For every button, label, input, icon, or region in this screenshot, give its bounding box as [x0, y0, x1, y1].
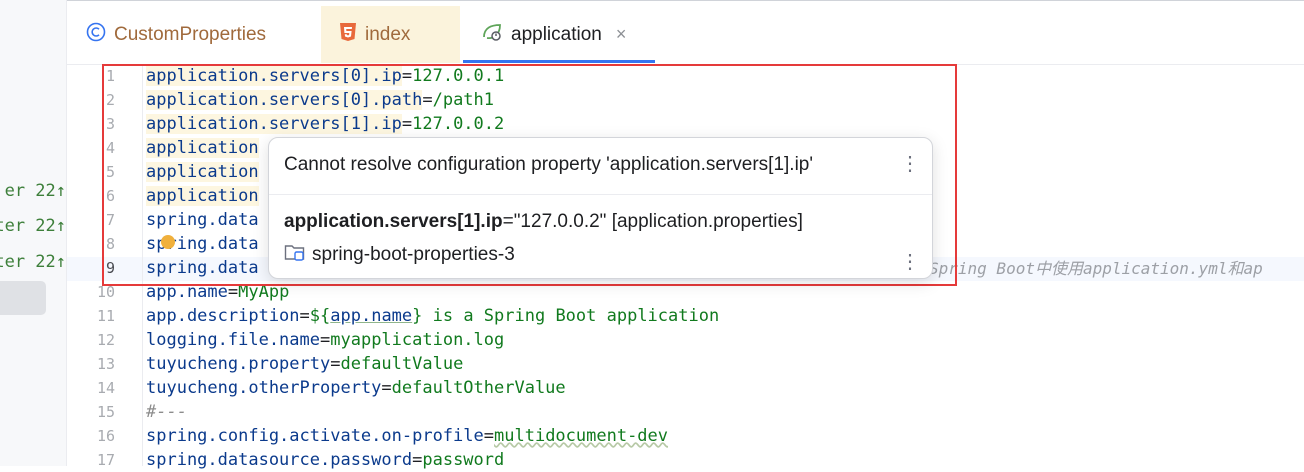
code-line[interactable]: logging.file.name=myapplication.log [146, 328, 504, 352]
code-line[interactable]: spring.config.activate.on-profile=multid… [146, 424, 668, 448]
module-reference[interactable]: spring-boot-properties-3 [284, 242, 515, 268]
project-panel: er 22↑ ter 22↑ ter 22↑ [0, 0, 66, 466]
tab-label: CustomProperties [114, 23, 267, 45]
editor-tab-bar: CustomProperties index application × [67, 0, 1304, 65]
tab-custom-properties[interactable]: CustomProperties [86, 6, 266, 63]
close-icon[interactable]: × [616, 24, 627, 45]
tab-label: index [365, 23, 411, 45]
html5-icon [339, 22, 357, 48]
line-number: 13 [96, 355, 115, 373]
line-number: 12 [96, 331, 115, 349]
tab-application[interactable]: application × [481, 6, 626, 63]
code-line[interactable]: app.description=${app.name} is a Spring … [146, 304, 719, 328]
module-folder-icon [284, 242, 306, 268]
code-line[interactable]: #--- [146, 400, 187, 424]
more-options-icon[interactable]: ⋮ [900, 154, 920, 174]
line-number: 11 [96, 307, 115, 325]
inspection-popup: Cannot resolve configuration property 'a… [268, 137, 933, 279]
more-options-icon[interactable]: ⋮ [900, 252, 920, 272]
code-line[interactable]: tuyucheng.property=defaultValue [146, 352, 463, 376]
popup-divider [269, 194, 932, 195]
spring-leaf-icon [481, 22, 503, 48]
line-number: 15 [96, 403, 115, 421]
git-change-label: er 22↑ [4, 181, 66, 201]
class-c-icon [86, 22, 106, 48]
code-line[interactable]: spring.datasource.password=password [146, 448, 504, 472]
inspection-message: Cannot resolve configuration property 'a… [284, 154, 813, 175]
active-tab-indicator [463, 60, 655, 63]
code-line[interactable]: tuyucheng.otherProperty=defaultOtherValu… [146, 376, 566, 400]
line-number: 17 [96, 451, 115, 469]
selected-item-highlight[interactable] [0, 281, 46, 315]
line-number: 14 [96, 379, 115, 397]
tab-index[interactable]: index [321, 6, 460, 63]
tab-label: application [511, 23, 602, 45]
line-number: 16 [96, 427, 115, 445]
git-change-label: ter 22↑ [0, 216, 66, 236]
module-name: spring-boot-properties-3 [312, 244, 515, 265]
property-documentation: application.servers[1].ip="127.0.0.2" [a… [284, 211, 803, 232]
inlay-hint: Spring Boot中使用application.yml和ap [929, 259, 1263, 278]
git-change-label: ter 22↑ [0, 252, 66, 272]
